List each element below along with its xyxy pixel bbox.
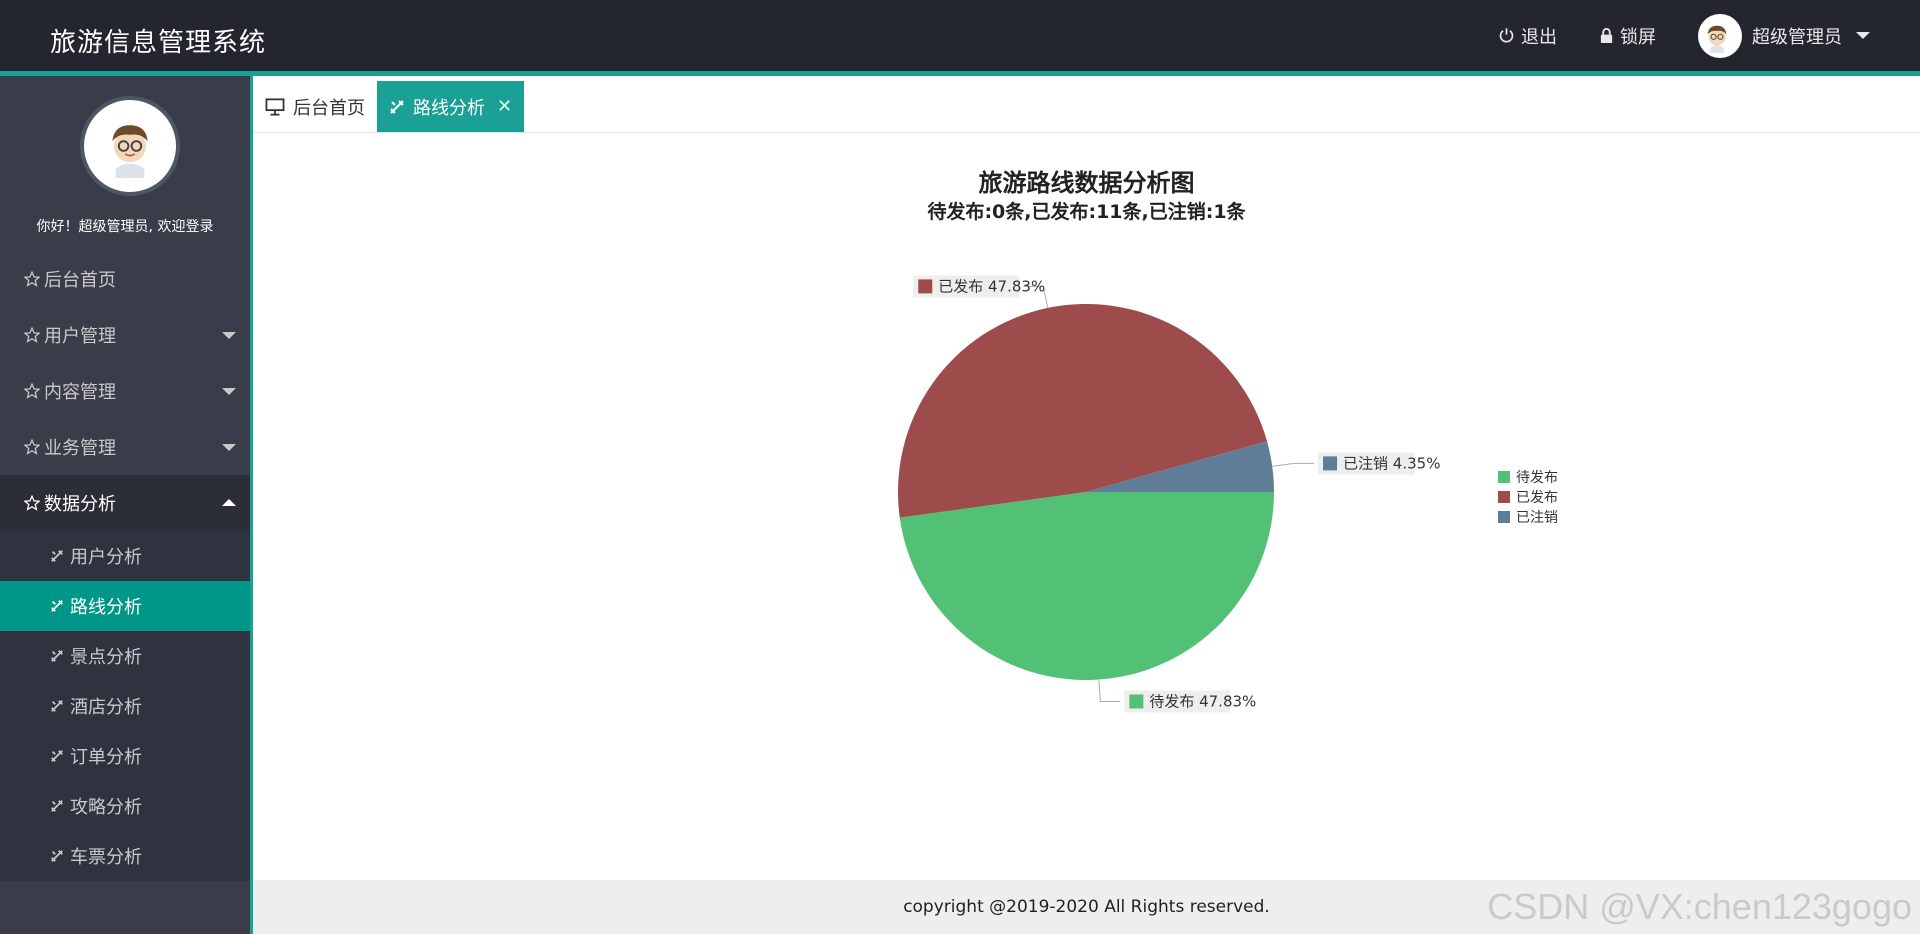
analytics-submenu: 用户分析 路线分析 景点分析 酒店分析 订单分析 攻略分析 车票分析 [0, 531, 250, 881]
slice-label: 已发布 47.83% [938, 277, 1045, 295]
submenu-item-guide-analysis[interactable]: 攻略分析 [0, 781, 250, 831]
chevron-down-icon [222, 388, 236, 395]
sidebar-item-content[interactable]: 内容管理 [0, 363, 250, 419]
sidebar-item-label: 用户管理 [44, 326, 116, 347]
slice-label-swatch [1129, 694, 1144, 709]
legend-label[interactable]: 待发布 [1516, 470, 1558, 486]
tab-route-analysis[interactable]: 路线分析 ✕ [377, 81, 525, 132]
chevron-up-icon [222, 499, 236, 506]
sidebar: 你好！超级管理员, 欢迎登录 后台首页 用户管理 内容管理 业务管理 数据分析 [0, 76, 250, 934]
sidebar-item-analytics[interactable]: 数据分析 [0, 475, 250, 531]
submenu-item-hotel-analysis[interactable]: 酒店分析 [0, 681, 250, 731]
avatar [1698, 13, 1742, 58]
lock-label: 锁屏 [1620, 26, 1656, 48]
slice-label: 已注销 4.35% [1343, 454, 1440, 472]
tools-icon [51, 700, 63, 712]
submenu-item-order-analysis[interactable]: 订单分析 [0, 731, 250, 781]
watermark: CSDN @VX:chen123gogo [1487, 886, 1912, 927]
label-leader-line [1098, 679, 1121, 703]
submenu-item-label: 酒店分析 [70, 697, 142, 718]
tab-label: 后台首页 [293, 97, 365, 119]
footer-text: copyright @2019-2020 All Rights reserved… [903, 897, 1270, 917]
submenu-item-label: 攻略分析 [70, 797, 142, 818]
slice-label-swatch [918, 279, 933, 294]
legend-label[interactable]: 已发布 [1516, 490, 1558, 506]
submenu-item-label: 用户分析 [70, 547, 142, 568]
logout-button[interactable]: 退出 [1498, 0, 1557, 71]
chart-area: 旅游路线数据分析图 待发布:0条,已发布:11条,已注销:1条 待发布 47.8… [253, 133, 1920, 880]
slice-label-swatch [1323, 456, 1338, 471]
legend-swatch[interactable] [1498, 511, 1510, 523]
legend-swatch[interactable] [1498, 491, 1510, 503]
sidebar-item-users[interactable]: 用户管理 [0, 307, 250, 363]
submenu-item-label: 景点分析 [70, 647, 142, 668]
avatar-face-icon [112, 125, 148, 178]
submenu-item-scenic-analysis[interactable]: 景点分析 [0, 631, 250, 681]
pie-slice[interactable] [899, 492, 1274, 681]
header-nav: 退出 锁屏 超级管理员 [1498, 0, 1920, 71]
sidebar-item-home[interactable]: 后台首页 [0, 251, 250, 307]
legend-label[interactable]: 已注销 [1516, 510, 1558, 526]
star-icon [24, 439, 40, 455]
sidebar-item-label: 内容管理 [44, 382, 116, 403]
tools-icon [51, 800, 63, 812]
user-name: 超级管理员 [1752, 26, 1842, 48]
submenu-item-label: 订单分析 [70, 747, 142, 768]
tools-icon [51, 550, 63, 562]
top-header: 旅游信息管理系统 退出 锁屏 超级管理员 [0, 0, 1920, 76]
tab-bar: 后台首页 路线分析 ✕ [253, 81, 1920, 133]
submenu-item-route-analysis[interactable]: 路线分析 [0, 581, 250, 631]
chevron-down-icon [1856, 32, 1870, 39]
welcome-text: 你好！超级管理员, 欢迎登录 [36, 219, 214, 235]
chevron-down-icon [222, 444, 236, 451]
sidebar-profile: 你好！超级管理员, 欢迎登录 [0, 76, 250, 236]
user-menu[interactable]: 超级管理员 [1698, 0, 1870, 71]
sidebar-item-label: 数据分析 [44, 494, 116, 515]
avatar-face-icon [1707, 25, 1727, 53]
submenu-item-label: 路线分析 [70, 597, 142, 618]
submenu-item-label: 车票分析 [70, 847, 142, 868]
star-icon [24, 495, 40, 511]
submenu-item-ticket-analysis[interactable]: 车票分析 [0, 831, 250, 881]
sidebar-item-label: 业务管理 [44, 438, 116, 459]
tab-label: 路线分析 [413, 97, 485, 119]
slice-label: 待发布 47.83% [1149, 693, 1256, 711]
power-icon [1499, 28, 1514, 43]
tools-icon [51, 650, 63, 662]
sidebar-menu: 后台首页 用户管理 内容管理 业务管理 数据分析 用户分析 路线分析 景点分析 … [0, 251, 250, 881]
tools-icon [51, 850, 63, 862]
chevron-down-icon [222, 332, 236, 339]
star-icon [24, 383, 40, 399]
close-icon[interactable]: ✕ [497, 96, 512, 117]
app-title: 旅游信息管理系统 [50, 28, 267, 58]
tab-home[interactable]: 后台首页 [253, 81, 377, 132]
tools-icon [51, 600, 63, 612]
label-leader-line [1272, 462, 1315, 467]
pie-chart: 待发布 47.83% 已发布 47.83% 已注销 4.35% 待发布已发布已注销 [898, 275, 1558, 713]
lock-screen-button[interactable]: 锁屏 [1599, 0, 1656, 71]
sidebar-item-business[interactable]: 业务管理 [0, 419, 250, 475]
tools-icon [390, 99, 404, 114]
sidebar-item-label: 后台首页 [44, 270, 116, 291]
logout-label: 退出 [1521, 26, 1557, 48]
star-icon [24, 271, 40, 287]
star-icon [24, 327, 40, 343]
submenu-item-user-analysis[interactable]: 用户分析 [0, 531, 250, 581]
monitor-icon [265, 97, 285, 116]
tools-icon [51, 750, 63, 762]
lock-icon [1600, 28, 1613, 43]
legend-swatch[interactable] [1498, 471, 1510, 483]
avatar-large [80, 96, 180, 196]
